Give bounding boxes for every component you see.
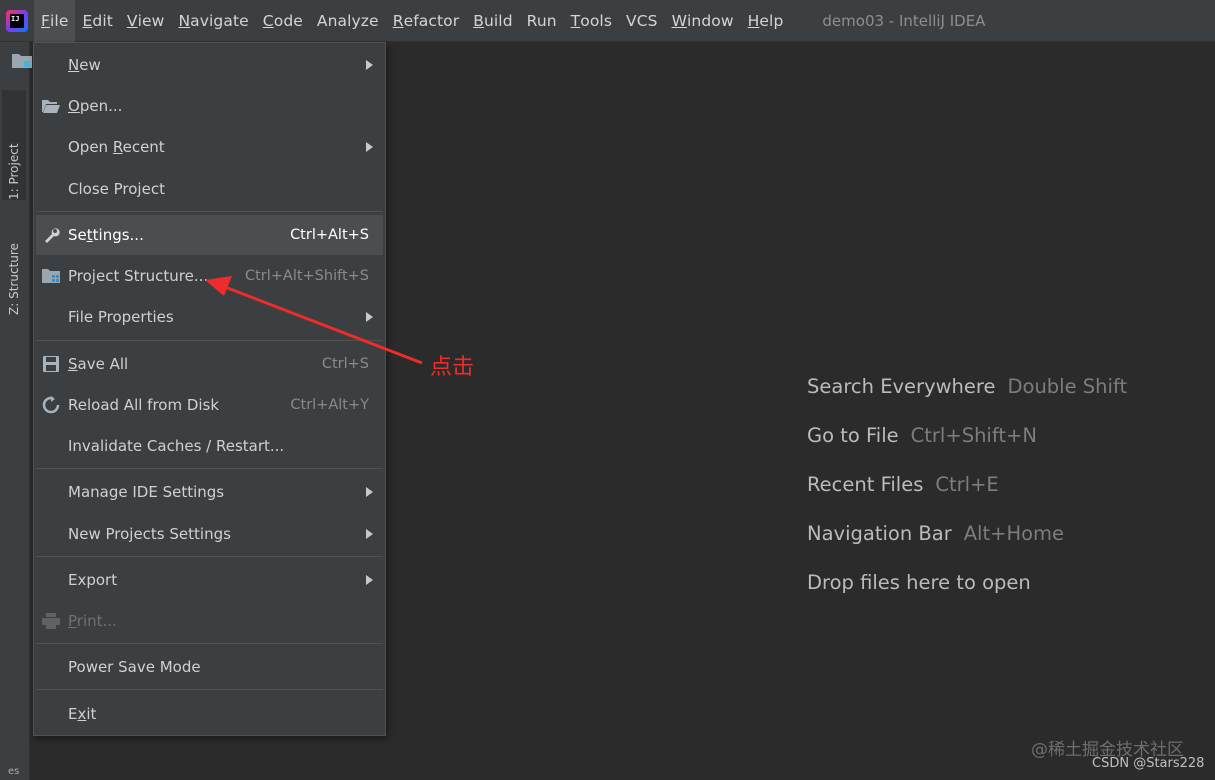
- menu-item-reload-all[interactable]: Reload All from Disk Ctrl+Alt+Y: [36, 385, 383, 425]
- left-tool-strip: 1: Project Z: Structure es: [0, 42, 32, 780]
- menu-tools[interactable]: Tools: [564, 0, 619, 42]
- wrench-icon: [41, 225, 61, 245]
- watermark-csdn: CSDN @Stars228: [1092, 756, 1205, 771]
- menu-view[interactable]: View: [120, 0, 172, 42]
- menu-item-invalidate-caches[interactable]: Invalidate Caches / Restart...: [36, 426, 383, 466]
- intellij-logo-icon: IJ: [6, 9, 28, 32]
- menu-separator: [36, 556, 383, 557]
- submenu-arrow-icon: [366, 142, 373, 152]
- shortcut-reload: Ctrl+Alt+Y: [290, 397, 369, 413]
- menu-analyze[interactable]: Analyze: [310, 0, 386, 42]
- submenu-arrow-icon: [366, 575, 373, 585]
- menu-item-close-project[interactable]: Close Project: [36, 169, 383, 209]
- submenu-arrow-icon: [366, 60, 373, 70]
- menu-code[interactable]: Code: [256, 0, 310, 42]
- menu-file[interactable]: File: [34, 0, 76, 42]
- menu-item-open[interactable]: Open...: [36, 86, 383, 126]
- project-structure-icon: [41, 266, 61, 286]
- menu-item-file-properties[interactable]: File Properties: [36, 297, 383, 337]
- annotation-label: 点击: [430, 355, 475, 380]
- refresh-icon: [41, 395, 61, 415]
- project-folder-icon[interactable]: [12, 54, 32, 68]
- menu-item-save-all[interactable]: Save All Ctrl+S: [36, 344, 383, 384]
- menu-refactor[interactable]: Refactor: [386, 0, 467, 42]
- hint-search-everywhere: Search Everywhere Double Shift: [807, 375, 1128, 398]
- hint-navigation-bar: Navigation Bar Alt+Home: [807, 522, 1065, 545]
- menu-help[interactable]: Help: [741, 0, 791, 42]
- menu-separator: [36, 643, 383, 644]
- menu-separator: [36, 211, 383, 212]
- menu-separator: [36, 340, 383, 341]
- menu-edit[interactable]: Edit: [75, 0, 119, 42]
- tab-structure[interactable]: Z: Structure: [2, 197, 26, 315]
- bottom-tab-label[interactable]: es: [8, 766, 19, 777]
- menu-item-print[interactable]: Print...: [36, 601, 383, 641]
- save-disk-icon: [41, 354, 61, 374]
- shortcut-project-structure: Ctrl+Alt+Shift+S: [244, 268, 369, 284]
- menu-window[interactable]: Window: [665, 0, 741, 42]
- hint-recent-files: Recent Files Ctrl+E: [807, 473, 999, 496]
- menu-item-exit[interactable]: Exit: [36, 694, 383, 734]
- submenu-arrow-icon: [366, 312, 373, 322]
- menu-item-project-structure[interactable]: Project Structure... Ctrl+Alt+Shift+S: [36, 256, 383, 296]
- menu-item-new[interactable]: New: [36, 45, 383, 85]
- submenu-arrow-icon: [366, 529, 373, 539]
- menu-item-export[interactable]: Export: [36, 560, 383, 600]
- shortcut-save-all: Ctrl+S: [321, 356, 369, 372]
- tab-project[interactable]: 1: Project: [2, 90, 26, 200]
- menu-item-open-recent[interactable]: Open Recent: [36, 127, 383, 167]
- menu-vcs[interactable]: VCS: [619, 0, 665, 42]
- file-menu-dropdown: New Open... Open Recent Close Project Se…: [33, 42, 386, 736]
- menu-item-settings[interactable]: Settings... Ctrl+Alt+S: [36, 215, 383, 255]
- open-folder-icon: [41, 96, 61, 116]
- hint-drop-files: Drop files here to open: [807, 571, 1031, 594]
- menu-item-manage-ide-settings[interactable]: Manage IDE Settings: [36, 472, 383, 512]
- menu-run[interactable]: Run: [520, 0, 564, 42]
- menu-separator: [36, 689, 383, 690]
- submenu-arrow-icon: [366, 487, 373, 497]
- printer-icon: [41, 611, 61, 631]
- menu-build[interactable]: Build: [466, 0, 519, 42]
- menu-item-new-projects-settings[interactable]: New Projects Settings: [36, 514, 383, 554]
- window-title: demo03 - IntelliJ IDEA: [822, 11, 986, 30]
- hint-go-to-file: Go to File Ctrl+Shift+N: [807, 424, 1037, 447]
- shortcut-settings: Ctrl+Alt+S: [290, 227, 369, 243]
- editor-empty-hints: Search Everywhere Double Shift Go to File…: [807, 362, 1127, 607]
- menu-separator: [36, 468, 383, 469]
- menu-item-power-save-mode[interactable]: Power Save Mode: [36, 647, 383, 687]
- menu-bar: IJ File Edit View Navigate Code Analyze …: [0, 0, 1215, 42]
- menu-navigate[interactable]: Navigate: [171, 0, 255, 42]
